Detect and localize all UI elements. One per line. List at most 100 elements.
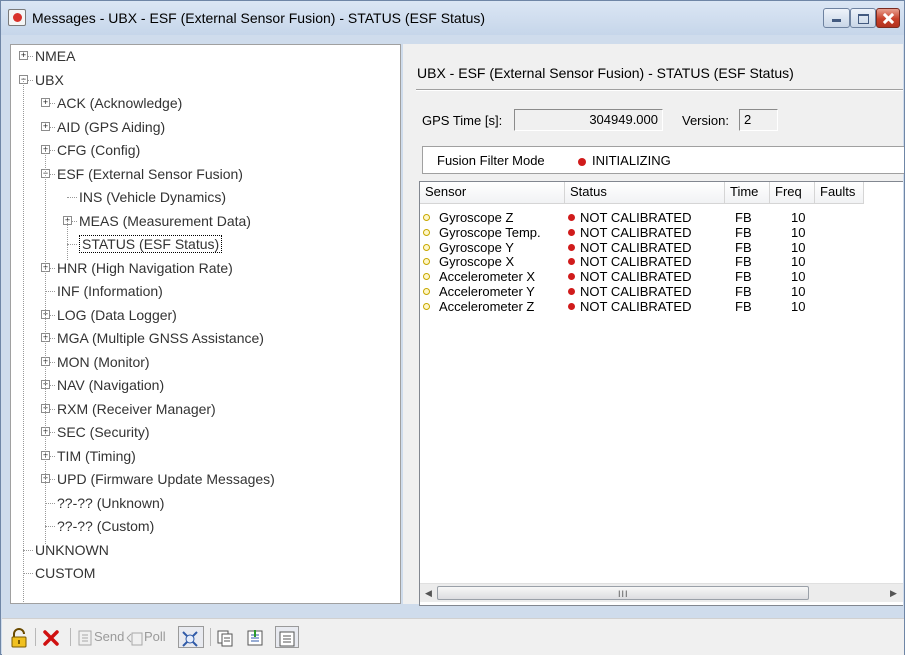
tree-item[interactable]: SEC (Security) [57,421,150,443]
tree-item[interactable]: MON (Monitor) [57,351,150,373]
import-icon[interactable] [246,626,268,648]
app-icon[interactable] [8,9,26,26]
tree-connector [23,573,33,574]
table-row[interactable]: Accelerometer Z NOT CALIBRATED FB 10 [420,299,864,314]
send-button[interactable]: Send [78,626,124,648]
tree-item-label: INS (Vehicle Dynamics) [79,189,227,205]
sensor-indicator-icon [423,288,430,295]
tree-item[interactable]: STATUS (ESF Status) [79,233,223,255]
tree-item-label: MEAS (Measurement Data) [79,212,251,229]
tree-item-label: CFG (Config) [57,142,141,158]
version-field: 2 [739,109,778,131]
autoupdate-icon[interactable] [178,626,204,648]
tree-item-label: NMEA [35,48,76,64]
column-header-sensor[interactable]: Sensor [420,182,565,204]
sensor-indicator-icon [423,228,430,236]
tree-item[interactable]: RXM (Receiver Manager) [57,398,216,420]
fusion-filter-label: Fusion Filter Mode [437,153,545,168]
send-label: Send [94,629,125,644]
tree-item[interactable]: ??-?? (Unknown) [57,492,164,514]
tree-item-label: HNR (High Navigation Rate) [57,259,233,276]
tree-item[interactable]: MEAS (Measurement Data) [79,210,251,232]
sensor-name: Gyroscope Temp. [439,224,541,240]
tree-item-label: AID (GPS Aiding) [57,118,166,135]
table-row[interactable]: Gyroscope Y NOT CALIBRATED FB 10 [420,240,864,255]
expand-icon[interactable]: + [41,121,50,131]
tree-item[interactable]: HNR (High Navigation Rate) [57,257,233,279]
sensor-time: FB [735,239,752,255]
tree-connector [23,549,33,551]
expand-icon[interactable]: + [19,51,28,60]
fusion-filter-box: Fusion Filter Mode INITIALIZING [422,146,904,174]
tree-item[interactable]: MGA (Multiple GNSS Assistance) [57,327,264,349]
table-row[interactable]: Gyroscope Z NOT CALIBRATED FB 10 [420,210,864,225]
sensor-indicator-icon [423,273,430,281]
gps-time-field: 304949.000 [514,109,663,131]
tree-guide-line [45,149,46,544]
tree-item[interactable]: INS (Vehicle Dynamics) [79,186,226,208]
fusion-filter-value: INITIALIZING [578,153,671,168]
tree-connector [67,244,77,245]
status-heading: UBX - ESF (External Sensor Fusion) - STA… [417,65,794,81]
expand-icon[interactable]: + [41,98,50,107]
table-row[interactable]: Accelerometer X NOT CALIBRATED FB 10 [420,269,864,284]
tree-item[interactable]: CFG (Config) [57,139,140,161]
tree-item[interactable]: ACK (Acknowledge) [57,92,182,114]
maximize-button[interactable] [850,8,876,28]
tree-item-label: TIM (Timing) [57,447,136,464]
version-label: Version: [682,113,729,128]
tree-item[interactable]: UPD (Firmware Update Messages) [57,468,275,490]
tree-item[interactable]: ESF (External Sensor Fusion) [57,163,243,185]
tree-item[interactable]: CUSTOM [35,562,95,584]
minimize-button[interactable] [823,8,850,28]
sensor-freq: 10 [791,210,806,225]
poll-label: Poll [144,629,166,644]
status-dot-icon [568,302,575,310]
column-header-faults[interactable]: Faults [815,182,864,204]
tree-item[interactable]: UBX [35,69,64,91]
column-header-status[interactable]: Status [565,182,725,204]
messages-window: Messages - UBX - ESF (External Sensor Fu… [0,0,905,655]
sensor-name: Gyroscope Y [439,239,514,255]
tree-item-label: MGA (Multiple GNSS Assistance) [57,330,264,346]
copy-icon[interactable] [216,626,238,648]
lock-icon[interactable] [10,626,30,648]
poll-button[interactable]: Poll [126,626,166,648]
tree-item[interactable]: UNKNOWN [35,539,109,561]
horizontal-scrollbar[interactable]: ◀ III ▶ [420,583,903,602]
scroll-right-icon[interactable]: ▶ [886,586,901,601]
column-header-freq[interactable]: Freq [770,182,815,204]
column-header-time[interactable]: Time [725,182,770,204]
sensor-freq: 10 [791,239,806,255]
export-icon[interactable] [275,626,299,648]
tree-item-label: STATUS (ESF Status) [79,235,223,253]
sensor-freq: 10 [791,224,806,240]
tree-item-label: ??-?? (Unknown) [57,494,165,511]
tree-item[interactable]: AID (GPS Aiding) [57,116,165,138]
tree-item[interactable]: NMEA [35,45,75,67]
sensor-time: FB [735,224,752,240]
message-tree[interactable]: + NMEA − UBX + ACK (Acknowledge) + AID (GPS Aid… [10,44,401,604]
tree-item[interactable]: ??-?? (Custom) [57,515,154,537]
sensor-name: Gyroscope X [439,254,515,270]
table-row[interactable]: Gyroscope X NOT CALIBRATED FB 10 [420,254,864,269]
sensor-indicator-icon [423,302,430,310]
close-button[interactable] [876,8,900,28]
tree-item-label: UNKNOWN [35,541,109,558]
tree-item[interactable]: INF (Information) [57,280,163,302]
tree-item[interactable]: NAV (Navigation) [57,374,164,396]
tree-item[interactable]: LOG (Data Logger) [57,304,177,326]
sensor-status: NOT CALIBRATED [580,269,692,285]
heading-divider [416,89,903,91]
table-row[interactable]: Accelerometer Y NOT CALIBRATED FB 10 [420,284,864,299]
table-row[interactable]: Gyroscope Temp. NOT CALIBRATED FB 10 [420,225,864,240]
tree-item-label: CUSTOM [35,565,96,581]
tree-item[interactable]: TIM (Timing) [57,445,136,467]
delete-icon[interactable] [42,626,64,648]
scrollbar-thumb[interactable]: III [437,586,809,600]
sensor-status: NOT CALIBRATED [580,298,692,314]
scroll-left-icon[interactable]: ◀ [421,586,436,601]
sensor-list[interactable]: Sensor Status Time Freq Faults Gyroscope… [419,181,903,606]
toolbar-separator [70,628,71,646]
sensor-freq: 10 [791,298,806,314]
